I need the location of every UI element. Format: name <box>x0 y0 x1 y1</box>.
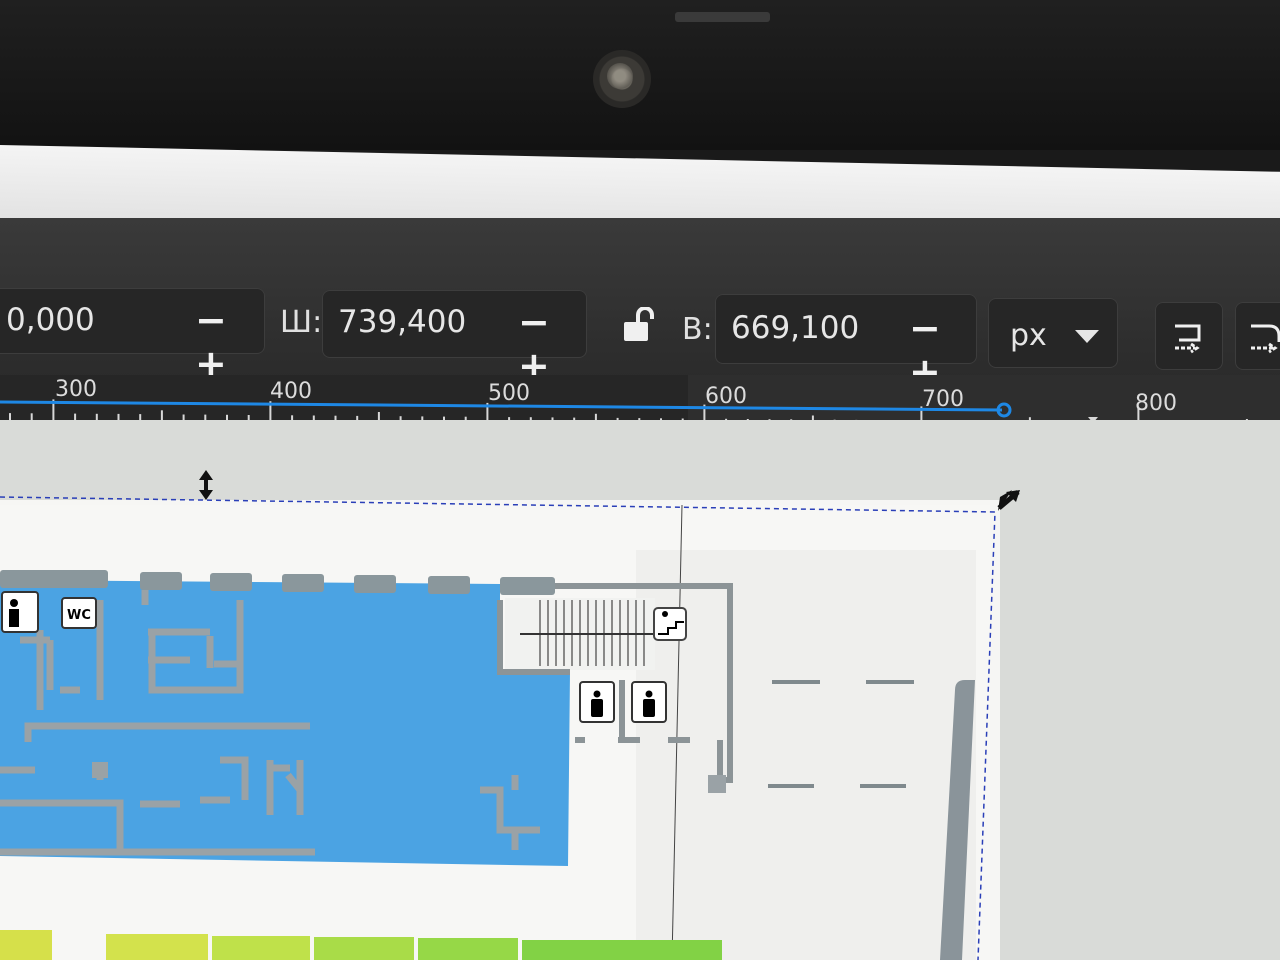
resize-handle-corner[interactable] <box>997 490 1020 511</box>
staircase <box>505 598 655 670</box>
column-right <box>708 775 726 793</box>
page-shade <box>636 550 976 960</box>
wc-label: WC <box>67 608 91 623</box>
restroom-icon <box>1 591 39 633</box>
stairs-icon <box>653 607 687 641</box>
floor-plan-drawing[interactable]: WC <box>0 0 1280 960</box>
column <box>92 762 108 778</box>
resize-handle-top[interactable] <box>199 470 213 500</box>
